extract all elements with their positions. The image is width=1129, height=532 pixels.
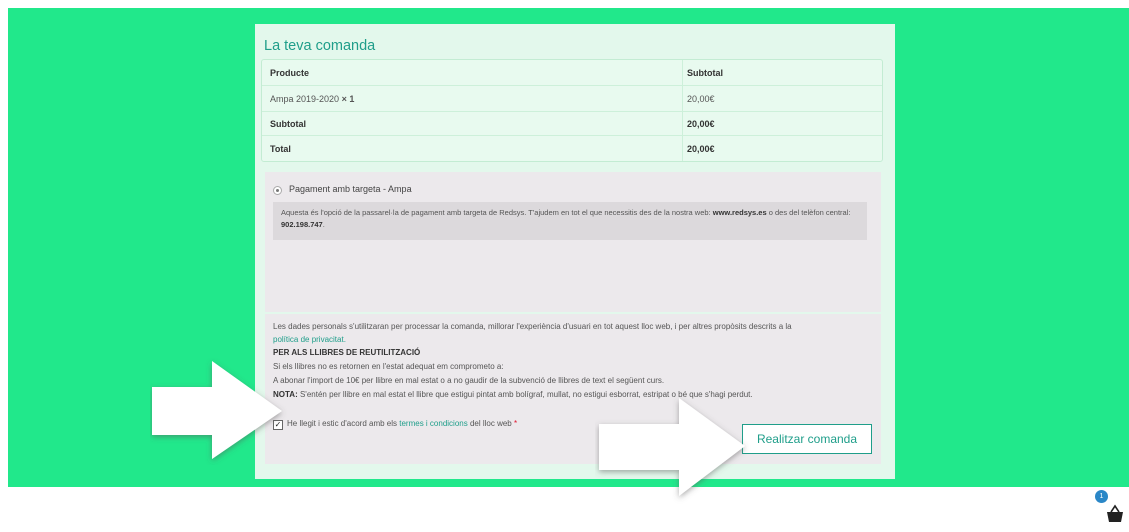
payment-desc-phone: 902.198.747 (281, 220, 323, 229)
place-order-button[interactable]: Realitzar comanda (742, 424, 872, 454)
order-table: Producte Subtotal Ampa 2019-2020 × 1 20,… (261, 59, 883, 162)
payment-desc-web: www.redsys.es (712, 208, 767, 217)
left-arrow-icon (152, 361, 282, 459)
product-qty: × 1 (341, 93, 355, 104)
table-header-row: Producte Subtotal (262, 60, 882, 85)
total-value: 20,00€ (682, 136, 882, 161)
product-name: Ampa 2019-2020 (270, 93, 340, 104)
terms-text-2: del lloc web (467, 419, 514, 428)
total-label: Total (270, 143, 291, 154)
order-card: La teva comanda Producte Subtotal Ampa 2… (255, 24, 895, 479)
table-row: Subtotal 20,00€ (262, 111, 882, 135)
cart-button[interactable] (1101, 500, 1129, 527)
product-cell: Ampa 2019-2020 × 1 (262, 94, 682, 104)
payment-methods: Pagament amb targeta - Ampa Aquesta és l… (265, 172, 881, 312)
terms-text: He llegit i estic d'acord amb els (287, 419, 400, 428)
table-row: Total 20,00€ (262, 135, 882, 161)
payment-radio[interactable] (273, 186, 282, 195)
privacy-text: Les dades personals s'utilitzaran per pr… (273, 322, 792, 331)
payment-desc-end: . (322, 220, 325, 229)
subtotal-cell: 20,00€ (682, 86, 882, 111)
basket-icon (1107, 504, 1123, 522)
payment-desc-text: Aquesta és l'opció de la passarel·la de … (281, 208, 713, 217)
terms-label: He llegit i estic d'acord amb els termes… (287, 419, 517, 428)
payment-description: Aquesta és l'opció de la passarel·la de … (273, 202, 867, 240)
column-header-product: Producte (270, 67, 310, 78)
payment-method-label[interactable]: Pagament amb targeta - Ampa (289, 184, 412, 194)
terms-link[interactable]: termes i condicions (399, 419, 467, 428)
column-header-subtotal: Subtotal (682, 60, 882, 85)
right-arrow-icon (599, 398, 745, 496)
payment-desc-text-2: o des del telèfon central: (766, 208, 851, 217)
privacy-link[interactable]: política de privacitat. (273, 335, 346, 344)
order-title: La teva comanda (264, 38, 376, 54)
table-row: Ampa 2019-2020 × 1 20,00€ (262, 85, 882, 111)
subtotal-value: 20,00€ (682, 112, 882, 135)
cart-count-badge: 1 (1095, 490, 1108, 503)
reuse-line-1: Si els llibres no es retornen en l'estat… (273, 362, 504, 371)
required-marker: * (513, 419, 518, 428)
reuse-line-2: A abonar l'import de 10€ per llibre en m… (273, 376, 665, 385)
subtotal-label: Subtotal (270, 118, 306, 129)
reuse-heading: PER ALS LLIBRES DE REUTILITZACIÓ (273, 348, 421, 357)
